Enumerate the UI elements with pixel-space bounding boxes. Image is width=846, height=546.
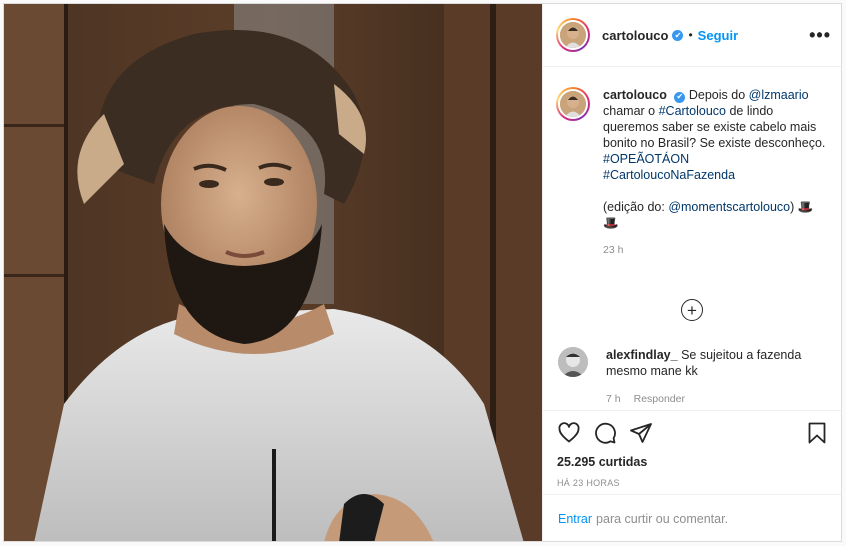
post-sidebar: cartolouco ✔ • Seguir ••• cartolouco ✔ D… (542, 4, 841, 541)
heart-icon[interactable] (557, 421, 581, 445)
post-dialog: cartolouco ✔ • Seguir ••• cartolouco ✔ D… (3, 3, 842, 542)
post-actions: 25.295 curtidas HÁ 23 HORAS (543, 410, 841, 488)
likes-count[interactable]: 25.295 curtidas (557, 455, 829, 469)
bookmark-icon[interactable] (805, 421, 829, 445)
comment-meta: 7 h Responder (606, 391, 829, 407)
caption-body: cartolouco ✔ Depois do @lzmaario chamar … (603, 87, 829, 258)
author-avatar[interactable] (556, 18, 590, 52)
post-photo[interactable] (4, 4, 542, 541)
comment-body: alexfindlay_ Se sujeitou a fazenda mesmo… (606, 347, 829, 407)
hashtag-link[interactable]: #CartoloucoNaFazenda (603, 168, 735, 182)
author-username[interactable]: cartolouco (602, 28, 668, 43)
commenter-username[interactable]: alexfindlay_ (606, 348, 678, 362)
avatar-image (560, 22, 586, 48)
add-comment-bar: Entrar para curtir ou comentar. (543, 494, 841, 541)
emoji: 🎩 (603, 216, 619, 230)
login-link[interactable]: Entrar (558, 512, 592, 526)
follow-button[interactable]: Seguir (698, 28, 738, 43)
comments-area: cartolouco ✔ Depois do @lzmaario chamar … (543, 68, 841, 410)
caption: cartolouco ✔ Depois do @lzmaario chamar … (543, 68, 841, 258)
mention-link[interactable]: @momentscartolouco (668, 200, 790, 214)
action-bar (557, 411, 829, 455)
share-icon[interactable] (629, 421, 653, 445)
load-more-comments-icon[interactable]: + (681, 299, 703, 321)
photo-illustration (4, 4, 542, 541)
mention-link[interactable]: @lzmaario (749, 88, 809, 102)
comment-time[interactable]: 7 h (606, 393, 621, 405)
hashtag-link[interactable]: #OPEÃOTÁON (603, 152, 689, 166)
commenter-avatar[interactable] (558, 347, 588, 377)
caption-text: ) (790, 200, 798, 214)
reply-button[interactable]: Responder (634, 393, 685, 405)
post-timestamp[interactable]: HÁ 23 HORAS (557, 478, 829, 488)
verified-badge-icon: ✔ (674, 91, 686, 103)
caption-text: Depois do (688, 88, 749, 102)
caption-author[interactable]: cartolouco (603, 88, 667, 102)
comment-icon[interactable] (593, 421, 617, 445)
caption-author-avatar[interactable] (556, 87, 590, 121)
comment-item: alexfindlay_ Se sujeitou a fazenda mesmo… (556, 347, 829, 407)
caption-time[interactable]: 23 h (603, 242, 829, 258)
verified-badge-icon: ✔ (672, 29, 684, 41)
more-options-icon[interactable]: ••• (809, 25, 831, 46)
separator-dot: • (688, 28, 693, 42)
add-comment-text: para curtir ou comentar. (596, 512, 729, 526)
caption-text: (edição do: (603, 200, 669, 214)
emoji: 🎩 (797, 200, 814, 214)
post-header: cartolouco ✔ • Seguir ••• (543, 4, 841, 67)
caption-text: chamar o (603, 104, 659, 118)
hashtag-link[interactable]: #Cartolouco (659, 104, 726, 118)
avatar-image (560, 91, 586, 117)
